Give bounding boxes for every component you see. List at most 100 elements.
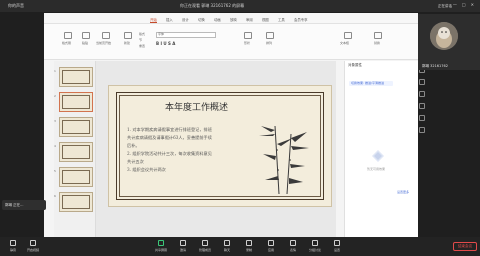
slide-thumbnail[interactable] bbox=[59, 142, 93, 162]
emoji-icon bbox=[290, 240, 296, 246]
ribbon-label-section[interactable]: 节 bbox=[139, 38, 142, 42]
apps-button[interactable]: 应用 bbox=[260, 240, 282, 252]
thumb-number: 3 bbox=[54, 119, 56, 123]
slide-thumbnail-selected[interactable] bbox=[59, 92, 93, 112]
record-icon bbox=[246, 240, 252, 246]
format-painter-icon[interactable] bbox=[64, 32, 72, 39]
replace-icon[interactable] bbox=[374, 32, 382, 39]
ribbon-label-font: 字体 bbox=[158, 32, 165, 36]
maximize-button[interactable]: □ bbox=[462, 2, 466, 7]
tab-insert[interactable]: 插入 bbox=[166, 17, 173, 22]
invite-button[interactable]: 邀请 bbox=[172, 240, 194, 252]
font-select[interactable] bbox=[156, 32, 216, 38]
participant-name: 郭琳 32161762 bbox=[422, 64, 448, 68]
tab-view[interactable]: 视图 bbox=[262, 17, 269, 22]
apps-icon bbox=[268, 240, 274, 246]
side-toolbar bbox=[418, 61, 428, 181]
font-style-row[interactable]: B I U S A bbox=[156, 41, 236, 47]
meeting-controls: 静音 开启视频 共享屏幕 邀请 管理成员 聊天 录制 应用 表情 分组讨论 设置… bbox=[0, 237, 480, 256]
body-line: 共计五次 bbox=[127, 159, 144, 164]
sharer-badge: 郭琳 正在... bbox=[2, 200, 46, 210]
minimize-button[interactable]: — bbox=[453, 2, 457, 7]
members-button[interactable]: 管理成员 bbox=[194, 240, 216, 252]
new-slide-icon[interactable] bbox=[124, 32, 132, 39]
tab-transition[interactable]: 切换 bbox=[198, 17, 205, 22]
thumb-number: 1 bbox=[54, 69, 56, 73]
mic-icon bbox=[10, 240, 16, 246]
current-slide[interactable]: 本年度工作概述 1. 对本学期疾病请假事宜进行排班登记，排班 共计疾病请假及请事… bbox=[108, 85, 332, 207]
video-button[interactable]: 开启视频 bbox=[22, 240, 44, 252]
paste-icon[interactable] bbox=[82, 32, 90, 39]
app-brand: 你的声音 bbox=[8, 3, 24, 8]
end-meeting-button[interactable]: 结束会议 bbox=[453, 242, 477, 251]
effect-card[interactable]: 切换效果: 推进/平滑推进 bbox=[349, 81, 393, 86]
chat-button[interactable]: 聊天 bbox=[216, 240, 238, 252]
body-line: 3. 组织会议共计两次 bbox=[127, 167, 166, 172]
tab-design[interactable]: 设计 bbox=[182, 17, 189, 22]
mute-button[interactable]: 静音 bbox=[2, 240, 24, 252]
textbox-icon[interactable] bbox=[344, 32, 352, 39]
animation-icon[interactable] bbox=[419, 79, 425, 85]
tab-animation[interactable]: 动画 bbox=[214, 17, 221, 22]
body-line: 后补。 bbox=[127, 143, 140, 148]
share-screen-button[interactable]: 共享屏幕 bbox=[150, 240, 172, 252]
speaking-label: 正在讲话 bbox=[438, 4, 452, 8]
ribbon-label-reset[interactable]: 重置 bbox=[139, 44, 145, 48]
settings-icon bbox=[334, 240, 340, 246]
slide-thumbnail[interactable] bbox=[59, 192, 93, 212]
tab-slideshow[interactable]: 放映 bbox=[230, 17, 237, 22]
settings-button[interactable]: 设置 bbox=[326, 240, 348, 252]
thumb-number: 2 bbox=[54, 94, 56, 98]
breakout-button[interactable]: 分组讨论 bbox=[304, 240, 326, 252]
slide-thumbnail[interactable] bbox=[59, 67, 93, 87]
tab-review[interactable]: 审阅 bbox=[246, 17, 253, 22]
ribbon-label-layout[interactable]: 版式 bbox=[139, 32, 145, 36]
slide-canvas: 本年度工作概述 1. 对本学期疾病请假事宜进行排班登记，排班 共计疾病请假及请事… bbox=[96, 61, 336, 238]
slide-thumbnail[interactable] bbox=[59, 117, 93, 137]
properties-panel: 对象属性 切换效果: 推进/平滑推进 暂无可用效果 设置更多 bbox=[344, 61, 418, 238]
slide-title[interactable]: 本年度工作概述 bbox=[165, 100, 228, 113]
thumb-number: 5 bbox=[54, 169, 56, 173]
emoji-button[interactable]: 表情 bbox=[282, 240, 304, 252]
comment-icon[interactable] bbox=[419, 115, 425, 121]
more-settings-link[interactable]: 设置更多 bbox=[397, 190, 409, 194]
body-line: 2. 组织学院活动共计三次，每次收集资料意见 bbox=[127, 151, 212, 156]
ribbon-label-replace: 替换 bbox=[374, 41, 381, 45]
chat-icon bbox=[224, 240, 230, 246]
record-button[interactable]: 录制 bbox=[238, 240, 260, 252]
slide-thumbnail-panel: 1 2 3 4 5 6 bbox=[54, 61, 96, 238]
invite-icon bbox=[180, 240, 186, 246]
ribbon-toolbar: 格式刷 粘贴 当前页开始 新建 版式 节 重置 字体 B I U S A 形状 … bbox=[44, 24, 418, 60]
panel-title: 对象属性 bbox=[348, 63, 362, 67]
window-controls: — □ ✕ bbox=[453, 2, 474, 7]
slide-body[interactable]: 1. 对本学期疾病请假事宜进行排班登记，排班 共计疾病请假及请事假计63人，妥善… bbox=[127, 126, 247, 174]
camera-icon bbox=[30, 240, 36, 246]
empty-state-text: 暂无可用效果 bbox=[367, 167, 386, 171]
members-icon bbox=[202, 240, 208, 246]
breakout-icon bbox=[312, 240, 318, 246]
participant-avatar bbox=[430, 22, 458, 50]
ribbon-label-arrange: 排列 bbox=[266, 41, 273, 45]
tab-tools[interactable]: 工具 bbox=[278, 17, 285, 22]
ribbon-label-shapes: 形状 bbox=[244, 41, 251, 45]
window-titlebar: 你的声音 你正在观看 郭琳 32161762 的屏幕 — □ ✕ bbox=[0, 0, 480, 12]
participant-video[interactable]: 郭琳 32161762 bbox=[418, 14, 480, 70]
thumb-number: 6 bbox=[54, 194, 56, 198]
transition-icon[interactable] bbox=[419, 91, 425, 97]
ribbon-label-paste: 粘贴 bbox=[82, 41, 89, 45]
meeting-title: 你正在观看 郭琳 32161762 的屏幕 bbox=[180, 3, 245, 8]
share-icon[interactable] bbox=[419, 127, 425, 133]
shared-screen: 开始 插入 设计 切换 动画 放映 审阅 视图 工具 会员专享 格式刷 粘贴 当… bbox=[44, 13, 462, 250]
body-line: 1. 对本学期疾病请假事宜进行排班登记，排班 bbox=[127, 127, 212, 132]
play-from-current-icon[interactable] bbox=[102, 32, 110, 39]
design-icon[interactable] bbox=[419, 103, 425, 109]
close-button[interactable]: ✕ bbox=[471, 2, 474, 7]
tab-member[interactable]: 会员专享 bbox=[294, 17, 308, 22]
arrange-icon[interactable] bbox=[266, 32, 274, 39]
shapes-icon[interactable] bbox=[244, 32, 252, 39]
tab-home[interactable]: 开始 bbox=[150, 17, 157, 23]
thumb-number: 4 bbox=[54, 144, 56, 148]
slide-thumbnail[interactable] bbox=[59, 167, 93, 187]
ribbon-label-textbox: 文本框 bbox=[340, 41, 350, 45]
bamboo-illustration bbox=[259, 125, 309, 195]
